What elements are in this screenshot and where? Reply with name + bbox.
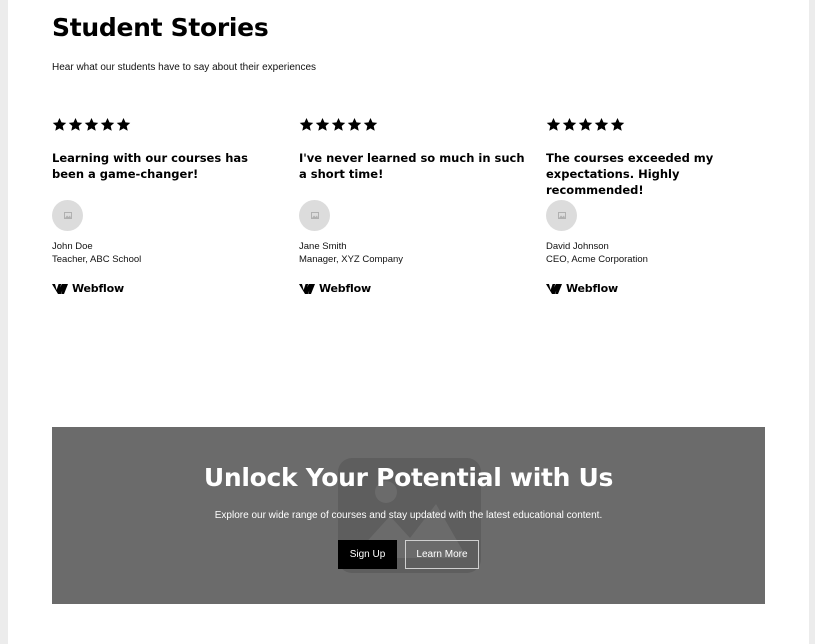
- page: Student Stories Hear what our students h…: [8, 0, 809, 644]
- author-name: David Johnson: [546, 241, 609, 252]
- testimonial-card: Learning with our courses has been a gam…: [52, 117, 282, 295]
- star-icon: [100, 117, 115, 135]
- webflow-logo-icon: [52, 283, 68, 294]
- image-placeholder-icon: [310, 212, 319, 219]
- section-subtitle: Hear what our students have to say about…: [52, 62, 317, 73]
- testimonial-quote: The courses exceeded my expectations. Hi…: [546, 151, 714, 197]
- avatar: [52, 200, 83, 231]
- author-role: CEO, Acme Corporation: [546, 254, 648, 265]
- star-icon: [68, 117, 83, 135]
- author-name: Jane Smith: [299, 241, 347, 252]
- star-icon: [594, 117, 609, 135]
- company-logo: Webflow: [52, 282, 124, 295]
- sign-up-button[interactable]: Sign Up: [338, 540, 397, 569]
- section-title: Student Stories: [52, 13, 269, 42]
- author-name: John Doe: [52, 241, 93, 252]
- testimonial-card: The courses exceeded my expectations. Hi…: [546, 117, 776, 295]
- star-icon: [363, 117, 378, 135]
- star-icon: [610, 117, 625, 135]
- star-icon: [116, 117, 131, 135]
- company-logo: Webflow: [546, 282, 618, 295]
- avatar: [546, 200, 577, 231]
- star-icon: [347, 117, 362, 135]
- star-rating: [546, 117, 776, 135]
- learn-more-button[interactable]: Learn More: [405, 540, 479, 569]
- star-icon: [331, 117, 346, 135]
- cta-description: Explore our wide range of courses and st…: [214, 510, 603, 521]
- image-placeholder-icon: [63, 212, 72, 219]
- star-icon: [562, 117, 577, 135]
- cta-banner: Unlock Your Potential with Us Explore ou…: [52, 427, 765, 604]
- star-rating: [299, 117, 529, 135]
- webflow-logo-icon: [546, 283, 562, 294]
- star-icon: [52, 117, 67, 135]
- star-icon: [546, 117, 561, 135]
- author-role: Teacher, ABC School: [52, 254, 142, 265]
- author-role: Manager, XYZ Company: [299, 254, 404, 265]
- testimonial-card: I've never learned so much in such a sho…: [299, 117, 529, 295]
- star-icon: [299, 117, 314, 135]
- company-logo: Webflow: [299, 282, 371, 295]
- cta-heading: Unlock Your Potential with Us: [203, 463, 614, 492]
- testimonial-quote: Learning with our courses has been a gam…: [52, 151, 248, 181]
- webflow-logo-icon: [299, 283, 315, 294]
- image-placeholder-icon: [557, 212, 566, 219]
- star-icon: [578, 117, 593, 135]
- star-icon: [315, 117, 330, 135]
- testimonial-quote: I've never learned so much in such a sho…: [299, 151, 525, 181]
- star-icon: [84, 117, 99, 135]
- star-rating: [52, 117, 282, 135]
- avatar: [299, 200, 330, 231]
